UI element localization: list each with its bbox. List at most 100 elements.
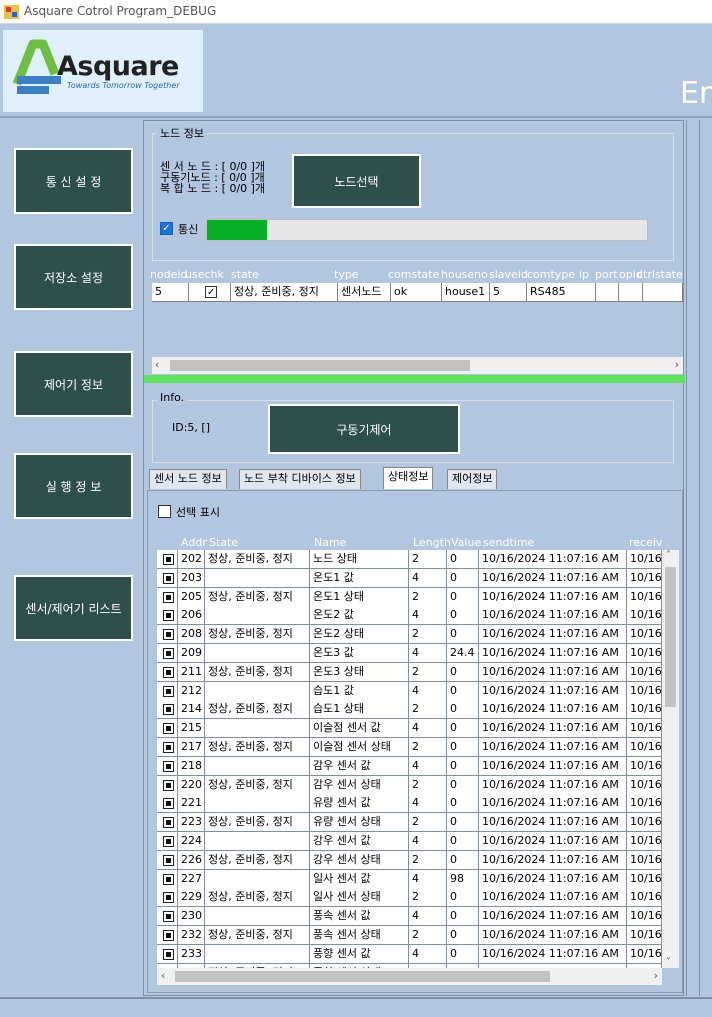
usechk-checkbox[interactable]: ✓	[205, 286, 217, 298]
status-table-row[interactable]: 212 습도1 값 4 0 10/16/2024 11:07:16 AM 10/16	[157, 681, 662, 701]
tab-status-info[interactable]: 상태정보	[383, 467, 434, 489]
row-select-checkbox[interactable]	[163, 629, 174, 641]
tab-node-device-info[interactable]: 노드 부착 디바이스 정보	[239, 469, 361, 489]
node-select-button[interactable]: 노드선택	[292, 154, 421, 208]
row-select-checkbox[interactable]	[163, 760, 174, 772]
nav-sensor-controller-list-button[interactable]: 센서/제어기 리스트	[14, 575, 133, 641]
row-select-cell[interactable]	[157, 719, 178, 739]
status-table-row[interactable]: 229 정상, 준비중, 정지 일사 센서 상태 2 0 10/16/2024 11:07…	[157, 888, 662, 908]
row-select-checkbox[interactable]	[163, 948, 174, 960]
status-table[interactable]: Addr State Name Length Value sendtime re…	[153, 534, 679, 990]
row-select-checkbox[interactable]	[163, 685, 174, 697]
status-table-row[interactable]: 218 감우 센서 값 4 0 10/16/2024 11:07:16 AM 10/16	[157, 756, 662, 776]
nav-comm-settings-button[interactable]: 통 신 설 정	[14, 148, 133, 214]
status-table-row[interactable]: 227 일사 센서 값 4 98 10/16/2024 11:07:16 AM 10/16	[157, 869, 662, 889]
row-select-cell[interactable]	[157, 681, 178, 701]
row-select-cell[interactable]	[157, 888, 178, 908]
select-display-checkbox[interactable]	[158, 505, 171, 518]
row-select-checkbox[interactable]	[163, 648, 174, 659]
cell-usechk[interactable]: ✓	[189, 283, 231, 302]
status-table-row[interactable]: 203 온도1 값 4 0 10/16/2024 11:07:16 AM 10/16	[157, 568, 662, 588]
row-select-cell[interactable]	[157, 813, 178, 833]
status-table-row[interactable]: 205 정상, 준비중, 정지 온도1 상태 2 0 10/16/2024 11:07:1…	[157, 587, 662, 607]
status-scroll-left-icon[interactable]: ‹	[161, 969, 165, 982]
row-select-cell[interactable]	[157, 738, 178, 757]
scroll-right-icon[interactable]: ›	[675, 358, 679, 371]
row-select-checkbox[interactable]	[163, 854, 174, 866]
row-select-checkbox[interactable]	[163, 817, 174, 829]
status-table-row[interactable]: 233 풍향 센서 값 4 0 10/16/2024 11:07:16 AM 10/16	[157, 944, 662, 964]
cell-sendtime: 10/16/2024 11:07:16 AM	[479, 625, 627, 645]
row-select-cell[interactable]	[157, 944, 178, 964]
row-select-cell[interactable]	[157, 644, 178, 663]
status-table-row[interactable]: 208 정상, 준비중, 정지 온도2 상태 2 0 10/16/2024 11:07:1…	[157, 625, 662, 645]
tab-control-info[interactable]: 제어정보	[447, 469, 498, 489]
row-select-checkbox[interactable]	[163, 572, 174, 584]
row-select-checkbox[interactable]	[163, 892, 174, 904]
row-select-cell[interactable]	[157, 625, 178, 645]
row-select-cell[interactable]	[157, 662, 178, 682]
row-select-checkbox[interactable]	[163, 591, 174, 603]
status-scroll-right-icon[interactable]: ›	[654, 969, 658, 982]
vscroll-thumb[interactable]	[665, 567, 676, 707]
row-select-checkbox[interactable]	[163, 723, 174, 735]
row-select-cell[interactable]	[157, 926, 178, 945]
scroll-down-icon[interactable]: ˅	[666, 957, 671, 968]
status-table-row[interactable]: 202 정상, 준비중, 정지 노드 상태 2 0 10/16/2024 11:07:16…	[157, 550, 662, 569]
row-select-checkbox[interactable]	[163, 836, 174, 847]
splitter-bar[interactable]	[144, 375, 685, 383]
row-select-checkbox[interactable]	[163, 930, 174, 941]
status-table-row[interactable]: 220 정상, 준비중, 정지 감우 센서 상태 2 0 10/16/2024 11:07…	[157, 775, 662, 795]
row-select-checkbox[interactable]	[163, 554, 174, 565]
status-table-hscrollbar[interactable]: ‹ ›	[157, 968, 662, 985]
row-select-cell[interactable]	[157, 794, 178, 814]
status-table-row[interactable]: 221 유량 센서 값 4 0 10/16/2024 11:07:16 AM 10/16	[157, 794, 662, 814]
status-table-row[interactable]: 223 정상, 준비중, 정지 유량 센서 상태 2 0 10/16/2024 11:07…	[157, 813, 662, 833]
row-select-cell[interactable]	[157, 700, 178, 720]
status-table-row[interactable]: 214 정상, 준비중, 정지 습도1 상태 2 0 10/16/2024 11:07:1…	[157, 700, 662, 720]
status-table-row[interactable]: 209 온도3 값 4 24.4 10/16/2024 11:07:16 AM 10/16	[157, 644, 662, 663]
row-select-cell[interactable]	[157, 568, 178, 588]
status-hscroll-thumb[interactable]	[175, 971, 550, 982]
nav-controller-info-button[interactable]: 제어기 정보	[14, 351, 133, 417]
row-select-checkbox[interactable]	[163, 798, 174, 810]
status-table-row[interactable]: 230 풍속 센서 값 4 0 10/16/2024 11:07:16 AM 10/16	[157, 907, 662, 927]
node-grid-hscrollbar[interactable]: ‹ ›	[152, 357, 683, 374]
cell-comtype: RS485	[527, 283, 596, 302]
tab-sensor-node-info[interactable]: 센서 노드 정보	[149, 469, 227, 489]
nav-storage-settings-button[interactable]: 저장소 설정	[14, 244, 133, 310]
select-display-label: 선택 표시	[176, 506, 220, 519]
row-select-cell[interactable]	[157, 606, 178, 626]
status-table-row[interactable]: 232 정상, 준비중, 정지 풍속 센서 상태 2 0 10/16/2024 11:07…	[157, 926, 662, 945]
status-table-row[interactable]: 215 이슬점 센서 값 4 0 10/16/2024 11:07:16 AM 10/16	[157, 719, 662, 739]
row-select-cell[interactable]	[157, 869, 178, 889]
row-select-cell[interactable]	[157, 775, 178, 795]
status-table-row[interactable]: 226 정상, 준비중, 정지 강우 센서 상태 2 0 10/16/2024 11:07…	[157, 850, 662, 870]
row-select-checkbox[interactable]	[163, 779, 174, 791]
row-select-cell[interactable]	[157, 907, 178, 927]
row-select-checkbox[interactable]	[163, 666, 174, 678]
row-select-checkbox[interactable]	[163, 742, 174, 753]
hscroll-thumb[interactable]	[170, 360, 470, 371]
scroll-up-icon[interactable]: ˄	[666, 550, 671, 561]
nav-run-info-button[interactable]: 실 행 정 보	[14, 453, 133, 519]
status-table-vscrollbar[interactable]: ˄ ˅	[662, 550, 679, 968]
row-select-cell[interactable]	[157, 550, 178, 569]
node-grid[interactable]: nodeid usechk state type comstate housen…	[147, 267, 683, 375]
status-table-row[interactable]: 211 정상, 준비중, 정지 온도3 상태 2 0 10/16/2024 11:07:1…	[157, 662, 662, 682]
node-grid-row[interactable]: 5 ✓ 정상, 준비중, 정지 센서노드 ok house1 5 RS485	[152, 283, 683, 302]
status-table-row[interactable]: 224 강우 센서 값 4 0 10/16/2024 11:07:16 AM 10/16	[157, 832, 662, 851]
scroll-left-icon[interactable]: ‹	[155, 358, 159, 371]
row-select-cell[interactable]	[157, 756, 178, 776]
comm-checkbox[interactable]: ✓	[160, 222, 173, 235]
status-table-row[interactable]: 217 정상, 준비중, 정지 이슬점 센서 상태 2 0 10/16/2024 11:0…	[157, 738, 662, 757]
row-select-checkbox[interactable]	[163, 911, 174, 923]
row-select-cell[interactable]	[157, 850, 178, 870]
row-select-checkbox[interactable]	[163, 873, 174, 885]
status-table-row[interactable]: 206 온도2 값 4 0 10/16/2024 11:07:16 AM 10/16	[157, 606, 662, 626]
row-select-checkbox[interactable]	[163, 704, 174, 716]
row-select-cell[interactable]	[157, 587, 178, 607]
row-select-cell[interactable]	[157, 832, 178, 851]
row-select-checkbox[interactable]	[163, 610, 174, 622]
actuator-control-button[interactable]: 구동기제어	[268, 404, 460, 454]
